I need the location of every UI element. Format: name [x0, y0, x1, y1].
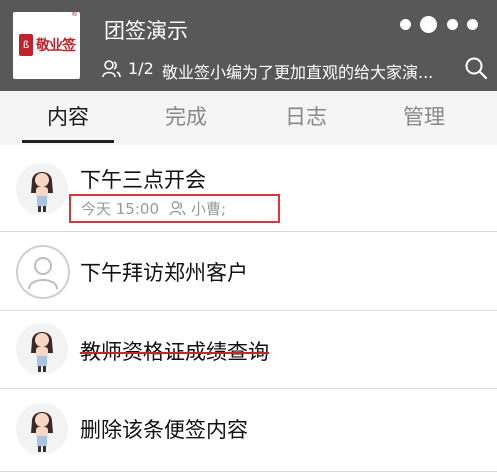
registered-mark: ®: [71, 10, 78, 18]
girl-avatar: [16, 323, 68, 375]
girl-avatar: [16, 163, 68, 215]
more-menu-button[interactable]: [398, 14, 488, 36]
assignee-icon: [169, 201, 186, 216]
tab-completed[interactable]: 完成: [131, 91, 241, 145]
group-title: 团签演示: [104, 19, 188, 43]
dot-icon: [447, 19, 458, 30]
highlighted-meta: 今天 15:00 小曹;: [69, 194, 280, 223]
list-item[interactable]: 删除该条便签内容: [0, 389, 497, 472]
note-title: 删除该条便签内容: [80, 418, 248, 442]
dot-icon: [467, 19, 478, 30]
list-item[interactable]: 下午拜访郑州客户: [0, 232, 497, 311]
note-title: 下午拜访郑州客户: [80, 261, 248, 285]
app-header: ß 敬业签 ® 团签演示 1/2 敬业签小编为了更加直观的给大家演...: [0, 0, 497, 91]
app-logo: ß 敬业签 ®: [13, 10, 80, 79]
member-count-text: 1/2: [128, 59, 154, 78]
reminder-time: 今天 15:00: [81, 200, 159, 218]
member-count[interactable]: 1/2: [102, 59, 154, 78]
note-title: 下午三点开会: [80, 168, 206, 192]
members-icon: [102, 59, 121, 77]
tab-manage[interactable]: 管理: [369, 91, 479, 145]
logo-mark: ß: [19, 34, 33, 56]
announcement-text: 敬业签小编为了更加直观的给大家演...: [162, 63, 434, 82]
logo-text: 敬业签: [36, 38, 76, 54]
active-tab-indicator: [22, 140, 114, 143]
list-item[interactable]: 教师资格证成绩查询: [0, 311, 497, 389]
generic-user-avatar: [16, 245, 70, 299]
dot-icon: [420, 16, 437, 33]
dot-icon: [400, 19, 411, 30]
tab-log[interactable]: 日志: [251, 91, 361, 145]
assignee-name: 小曹;: [191, 200, 227, 218]
tab-bar: 内容 完成 日志 管理: [0, 91, 497, 145]
note-title-completed: 教师资格证成绩查询: [80, 340, 269, 364]
girl-avatar: [16, 403, 68, 455]
search-icon[interactable]: [464, 56, 488, 80]
list-item[interactable]: 下午三点开会 今天 15:00 小曹;: [0, 145, 497, 232]
tab-content[interactable]: 内容: [13, 91, 123, 145]
